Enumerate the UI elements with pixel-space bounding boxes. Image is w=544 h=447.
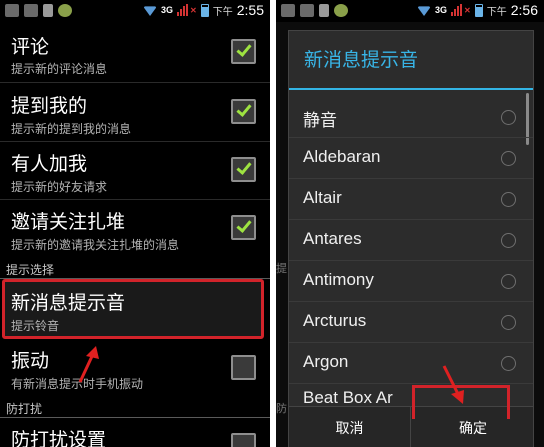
am-pm: 下午: [486, 6, 507, 18]
setting-summary: 提示新的邀请我关注扎堆的消息: [11, 238, 180, 252]
friend-request-checkbox[interactable]: [231, 157, 256, 182]
setting-summary: 提示新的评论消息: [11, 62, 108, 76]
cancel-button[interactable]: 取消: [289, 407, 411, 447]
status-bar: 3G ✕ 下午 2:55: [0, 0, 270, 22]
no-signal-icon: ✕: [190, 5, 197, 15]
radio-icon[interactable]: [501, 110, 516, 125]
ringtone-option[interactable]: Antares: [289, 220, 533, 261]
vibrate-checkbox[interactable]: [231, 355, 256, 380]
radio-icon[interactable]: [501, 315, 516, 330]
option-label: Aldebaran: [303, 147, 381, 166]
signal-icon: [177, 4, 189, 16]
clock: 2:55: [236, 2, 264, 18]
ringtone-option[interactable]: Antimony: [289, 261, 533, 302]
option-label: Argon: [303, 352, 349, 371]
ringtone-option[interactable]: 静音: [289, 97, 533, 138]
option-label: Altair: [303, 188, 342, 207]
dnd-checkbox[interactable]: [231, 433, 256, 447]
radio-icon[interactable]: [501, 356, 516, 371]
system-icons: 3G ✕ 下午 2:55: [143, 2, 264, 18]
setting-comment[interactable]: 评论 提示新的评论消息: [0, 22, 270, 80]
left-screen: 3G ✕ 下午 2:55 评论 提示新的评论消息 提到我的 提示新的提到我的消息…: [0, 0, 270, 447]
wifi-icon: [143, 6, 158, 16]
notification-icons: [281, 4, 348, 17]
mentions-checkbox[interactable]: [231, 99, 256, 124]
sd-card-icon: [24, 4, 38, 17]
signal-icon: [451, 4, 463, 16]
title-divider: [289, 88, 533, 90]
ringtone-option[interactable]: Aldebaran: [289, 138, 533, 179]
network-type: 3G: [161, 5, 174, 15]
setting-vibrate[interactable]: 振动 有新消息提示时手机振动: [0, 342, 270, 394]
option-label: Antares: [303, 229, 362, 248]
ringtone-option[interactable]: Argon: [289, 343, 533, 384]
setting-title: 振动: [11, 350, 50, 372]
battery-icon: [474, 3, 483, 17]
status-bar: 3G ✕ 下午 2:56: [276, 0, 544, 22]
image-icon: [5, 4, 19, 17]
image-icon: [281, 4, 295, 17]
setting-summary: 提示新的提到我的消息: [11, 122, 132, 136]
option-label: Antimony: [303, 270, 374, 289]
red-arrow-icon: [78, 346, 99, 383]
no-signal-icon: ✕: [464, 5, 471, 15]
category-header: 提示选择: [6, 263, 55, 277]
setting-title: 防打扰设置: [11, 429, 107, 447]
sd-card-icon: [300, 4, 314, 17]
battery-icon: [200, 3, 209, 17]
setting-group-invite[interactable]: 邀请关注扎堆 提示新的邀请我关注扎堆的消息: [0, 200, 270, 258]
setting-friend-request[interactable]: 有人加我 提示新的好友请求: [0, 142, 270, 200]
setting-title: 邀请关注扎堆: [11, 211, 126, 233]
dialog-title: 新消息提示音: [304, 49, 419, 71]
option-label: 静音: [303, 111, 337, 130]
app-icon: [334, 4, 348, 17]
setting-summary: 提示新的好友请求: [11, 180, 108, 194]
background-text: 防: [276, 402, 287, 415]
divider: [0, 82, 270, 83]
option-label: Beat Box Ar: [303, 388, 393, 406]
radio-icon[interactable]: [501, 192, 516, 207]
setting-title: 新消息提示音: [11, 292, 126, 314]
setting-title: 有人加我: [11, 153, 88, 175]
app-icon: [58, 4, 72, 17]
check-icon: [236, 41, 252, 57]
network-type: 3G: [435, 5, 448, 15]
clock: 2:56: [510, 2, 538, 18]
check-icon: [236, 159, 252, 175]
setting-dnd[interactable]: 防打扰设置: [0, 419, 270, 447]
setting-mentions[interactable]: 提到我的 提示新的提到我的消息: [0, 84, 270, 142]
radio-icon[interactable]: [501, 233, 516, 248]
ringtone-option[interactable]: Altair: [289, 179, 533, 220]
comment-checkbox[interactable]: [231, 39, 256, 64]
check-icon: [236, 101, 252, 117]
setting-title: 提到我的: [11, 95, 88, 117]
am-pm: 下午: [212, 6, 233, 18]
red-arrow-icon: [442, 365, 464, 404]
radio-icon[interactable]: [501, 151, 516, 166]
setting-summary: 提示铃音: [11, 319, 60, 333]
background-text: 提: [276, 262, 287, 275]
radio-icon[interactable]: [501, 274, 516, 289]
usb-icon: [43, 4, 53, 17]
system-icons: 3G ✕ 下午 2:56: [417, 2, 538, 18]
category-header: 防打扰: [6, 402, 43, 416]
group-invite-checkbox[interactable]: [231, 215, 256, 240]
right-screen: 3G ✕ 下午 2:56 提 防 新消息提示音 静音 Aldebaran Alt…: [276, 0, 544, 447]
category-divider: [0, 417, 270, 418]
setting-title: 评论: [11, 36, 50, 58]
usb-icon: [319, 4, 329, 17]
notification-icons: [5, 4, 72, 17]
ringtone-option[interactable]: Arcturus: [289, 302, 533, 343]
check-icon: [236, 217, 252, 233]
wifi-icon: [417, 6, 432, 16]
setting-ringtone[interactable]: 新消息提示音 提示铃音: [0, 281, 270, 337]
option-label: Arcturus: [303, 311, 367, 330]
